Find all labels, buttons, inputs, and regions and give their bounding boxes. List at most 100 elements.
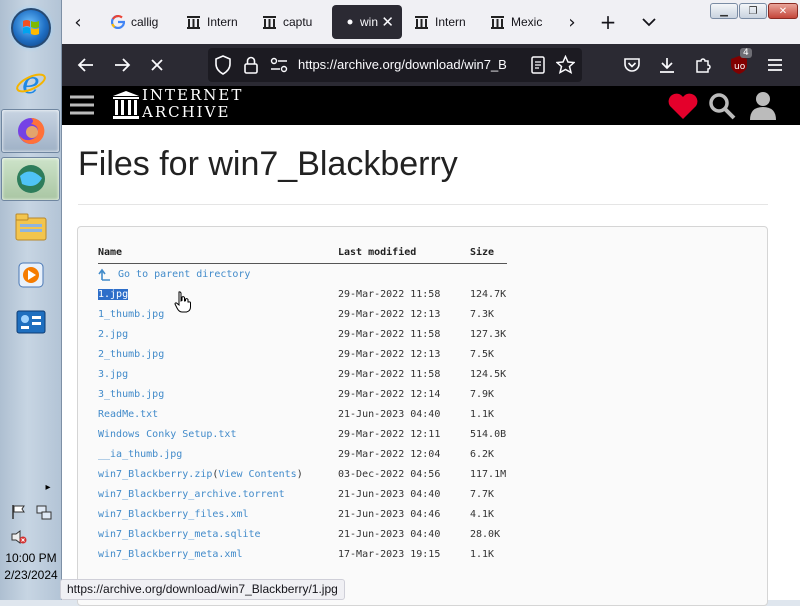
column-header-name[interactable]: Name	[98, 247, 122, 258]
ia-logo-wordmark[interactable]: INTERNET ARCHIVE	[142, 87, 243, 121]
file-row: win7_Blackberry_files.xml 21-Jun-2023 04:…	[98, 509, 698, 525]
archive-icon	[414, 15, 429, 30]
file-name-link[interactable]: 1_thumb.jpg	[98, 309, 164, 320]
start-button[interactable]	[11, 8, 51, 48]
tab-label: Intern	[435, 15, 466, 29]
file-name-link[interactable]: __ia_thumb.jpg	[98, 449, 182, 460]
page-title: Files for win7_Blackberry	[78, 145, 458, 183]
windows-taskbar: e ▸ 10:00 PM 2/23/2024	[0, 0, 62, 600]
file-name-link[interactable]: 3.jpg	[98, 369, 128, 380]
address-bar[interactable]: https://archive.org/download/win7_B	[208, 48, 582, 82]
forward-button[interactable]	[109, 52, 135, 78]
file-size: 124.5K	[470, 369, 507, 380]
file-name-link[interactable]: win7_Blackberry_meta.sqlite	[98, 529, 261, 540]
list-all-tabs-button[interactable]	[635, 8, 663, 36]
tab-google[interactable]: callig	[110, 5, 172, 39]
tray-expand-icon[interactable]: ▸	[42, 482, 54, 493]
taskbar-control-panel[interactable]	[1, 301, 60, 345]
column-header-size[interactable]: Size	[470, 247, 494, 258]
file-size: 6.2K	[470, 449, 495, 460]
network-icon[interactable]	[35, 504, 53, 526]
file-name-link[interactable]: win7_Blackberry_files.xml	[98, 509, 249, 520]
up-arrow-icon	[98, 267, 112, 286]
file-name-link[interactable]: win7_Blackberry.zip	[98, 469, 212, 480]
clock-date[interactable]: 2/23/2024	[0, 568, 62, 582]
tab-internet-archive-1[interactable]: Intern	[186, 5, 248, 39]
tab-mexico[interactable]: Mexic	[490, 5, 554, 39]
donate-heart-icon[interactable]	[667, 92, 699, 124]
parent-directory-row[interactable]: Go to parent directory	[98, 267, 698, 286]
tab-strip: ‹ callig Intern captu win ✕ Intern Mexic…	[62, 0, 800, 44]
file-name-link[interactable]: 1.jpg	[98, 289, 129, 300]
file-size: 514.0B	[470, 429, 507, 440]
app-menu-button[interactable]	[762, 52, 788, 78]
tab-internet-archive-2[interactable]: Intern	[414, 5, 476, 39]
file-name-link[interactable]: win7_Blackberry_archive.torrent	[98, 489, 285, 500]
new-tab-button[interactable]: +	[594, 8, 622, 36]
ia-logo-icon[interactable]	[112, 90, 140, 124]
tab-scroll-left-button[interactable]: ‹	[64, 8, 92, 36]
file-name-link[interactable]: 3_thumb.jpg	[98, 389, 164, 400]
file-name-link[interactable]: 2_thumb.jpg	[98, 349, 164, 360]
navigation-toolbar: https://archive.org/download/win7_B uo 4	[62, 44, 800, 86]
restore-button[interactable]: ❐	[739, 3, 767, 19]
file-name-link[interactable]: win7_Blackberry_meta.xml	[98, 549, 243, 560]
ia-topnav: INTERNET ARCHIVE	[62, 86, 800, 125]
puzzle-piece-icon	[696, 58, 711, 73]
column-header-modified[interactable]: Last modified	[338, 247, 416, 258]
clock-time[interactable]: 10:00 PM	[0, 551, 62, 565]
user-account-icon[interactable]	[749, 89, 777, 125]
file-size: 1.1K	[470, 409, 495, 420]
file-modified-date: 21-Jun-2023 04:40	[338, 409, 441, 420]
forward-arrow-icon	[115, 58, 131, 72]
file-name-link[interactable]: Windows Conky Setup.txt	[98, 429, 236, 440]
internet-explorer-icon: e	[15, 66, 46, 99]
downloads-button[interactable]	[654, 52, 680, 78]
file-modified-date: 29-Mar-2022 12:04	[338, 449, 441, 460]
taskbar-explorer[interactable]	[1, 205, 60, 249]
tab-close-icon[interactable]: ✕	[381, 13, 394, 31]
file-name-link[interactable]: ReadMe.txt	[98, 409, 158, 420]
search-icon[interactable]	[708, 92, 736, 124]
file-modified-date: 29-Mar-2022 12:13	[338, 349, 441, 360]
tab-label: win	[360, 15, 379, 29]
media-player-icon	[18, 262, 43, 288]
file-size: 7.5K	[470, 349, 495, 360]
file-size: 127.3K	[470, 329, 507, 340]
ublock-origin-button[interactable]: uo 4	[726, 48, 752, 78]
minimize-button[interactable]: ▁	[710, 3, 738, 19]
view-contents-link[interactable]: View Contents	[218, 469, 296, 480]
file-modified-date: 29-Mar-2022 11:58	[338, 329, 441, 340]
back-button[interactable]	[73, 52, 99, 78]
file-name-link[interactable]: 2.jpg	[98, 329, 128, 340]
pocket-button[interactable]	[619, 52, 645, 78]
google-icon	[110, 15, 125, 30]
firefox-icon	[17, 117, 44, 144]
tab-capture[interactable]: captu	[262, 5, 324, 39]
extensions-button[interactable]	[690, 52, 716, 78]
file-size: 124.7K	[470, 289, 507, 300]
archive-icon	[262, 15, 277, 30]
taskbar-firefox[interactable]	[1, 109, 60, 153]
tracking-protection-shield-icon[interactable]	[214, 55, 232, 79]
action-center-flag-icon[interactable]	[10, 504, 28, 524]
ia-menu-icon[interactable]	[69, 94, 95, 120]
taskbar-ie[interactable]: e	[1, 60, 60, 104]
permissions-icon[interactable]	[270, 57, 288, 77]
volume-muted-icon[interactable]	[10, 529, 28, 549]
lock-icon[interactable]	[243, 55, 259, 79]
stop-loading-button[interactable]	[144, 52, 170, 78]
archive-icon	[186, 15, 201, 30]
tab-win7-blackberry[interactable]: win ✕	[332, 5, 402, 39]
tab-label: callig	[131, 15, 159, 29]
url-text[interactable]: https://archive.org/download/win7_B	[298, 57, 528, 72]
close-window-button[interactable]: ✕	[768, 3, 798, 19]
taskbar-media-player[interactable]	[1, 253, 60, 297]
reader-view-icon[interactable]	[530, 56, 546, 78]
file-row: 3.jpg 29-Mar-2022 11:58 124.5K	[98, 369, 698, 385]
tab-scroll-right-button[interactable]: ›	[558, 8, 586, 36]
parent-directory-link[interactable]: Go to parent directory	[118, 269, 250, 280]
taskbar-app-green[interactable]	[1, 157, 60, 201]
ublock-count-badge: 4	[740, 48, 752, 58]
bookmark-star-icon[interactable]	[555, 54, 576, 78]
